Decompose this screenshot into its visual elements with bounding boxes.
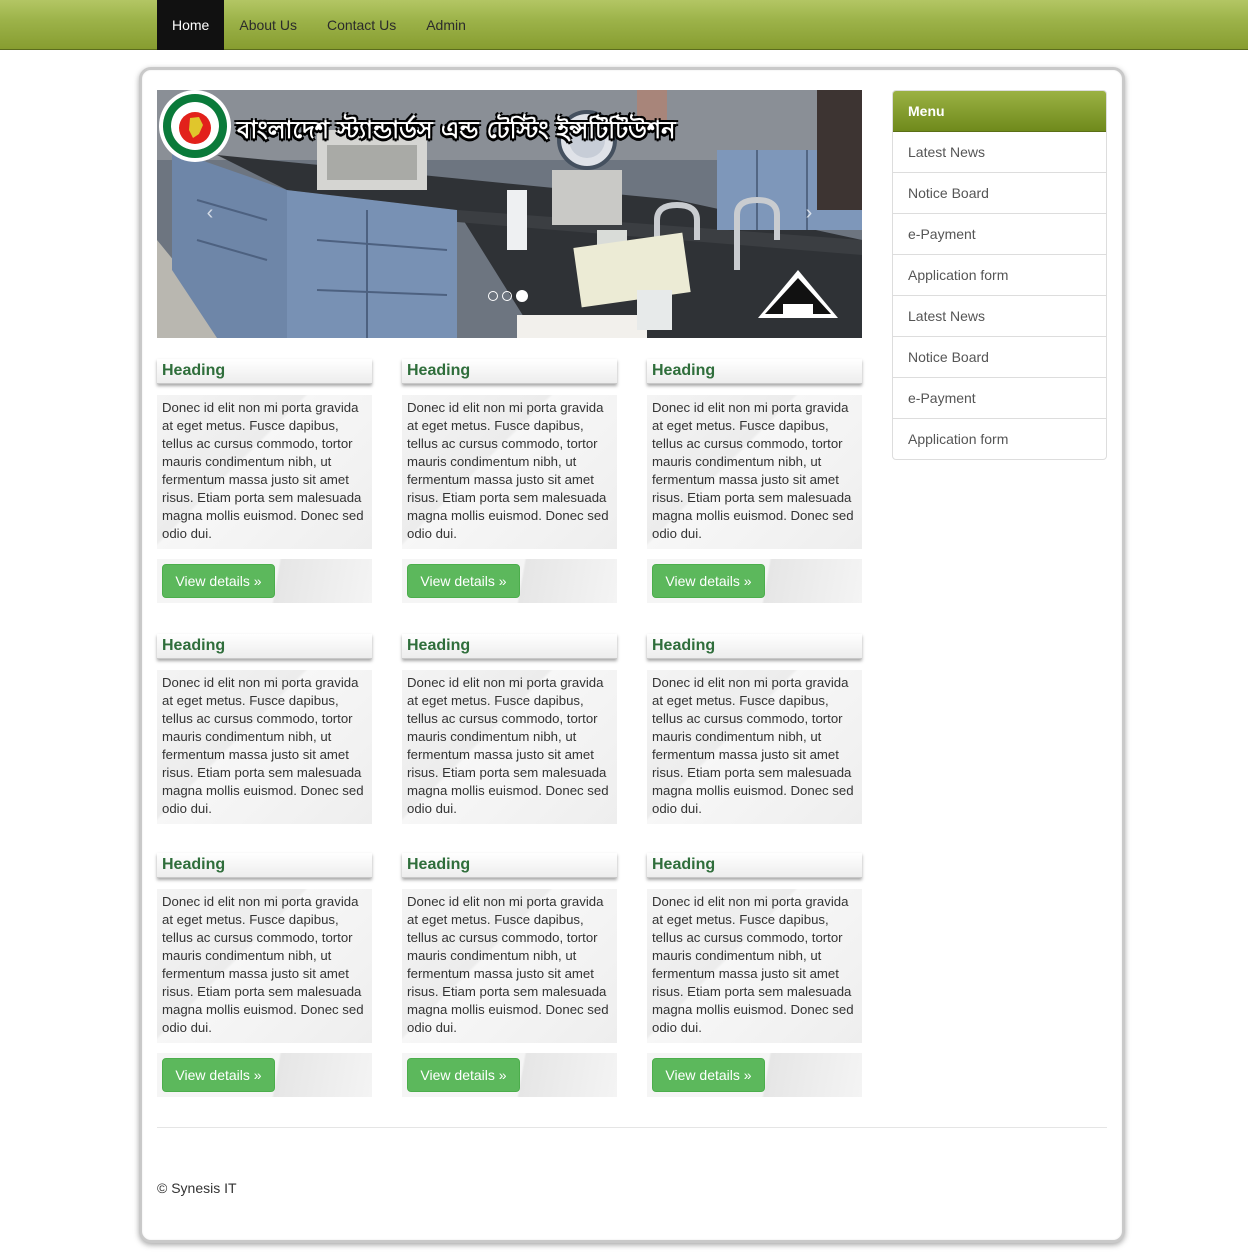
sidebar-item-latest-news[interactable]: Latest News (893, 296, 1106, 337)
sidebar-menu: Menu Latest News Notice Board e-Payment … (892, 90, 1107, 460)
card-heading: Heading (647, 359, 862, 384)
view-details-button[interactable]: View details » (407, 1058, 520, 1092)
card-heading: Heading (157, 359, 372, 384)
card-heading: Heading (402, 853, 617, 878)
card-footer: View details » (647, 1053, 862, 1097)
view-details-button[interactable]: View details » (652, 1058, 765, 1092)
card-footer: View details » (402, 559, 617, 603)
sidebar-item-e-payment[interactable]: e-Payment (893, 214, 1106, 255)
card-heading: Heading (647, 853, 862, 878)
sidebar-item-application-form[interactable]: Application form (893, 255, 1106, 296)
card-text: Donec id elit non mi porta gravida at eg… (402, 670, 617, 824)
card-text: Donec id elit non mi porta gravida at eg… (647, 670, 862, 824)
card-footer: View details » (157, 1053, 372, 1097)
banner-carousel: বাংলাদেশ স্ট্যান্ডার্ডস এন্ড টেস্টিং ইন্… (157, 90, 862, 338)
card-text: Donec id elit non mi porta gravida at eg… (647, 395, 862, 549)
carousel-next-icon[interactable]: › (799, 202, 819, 225)
card-text: Donec id elit non mi porta gravida at eg… (157, 889, 372, 1043)
sidebar-item-notice-board[interactable]: Notice Board (893, 337, 1106, 378)
view-details-button[interactable]: View details » (652, 564, 765, 598)
card-footer: View details » (402, 1053, 617, 1097)
main-nav: Home About Us Contact Us Admin (157, 0, 481, 50)
view-details-button[interactable]: View details » (407, 564, 520, 598)
carousel-indicator-1[interactable] (488, 291, 498, 301)
footer-copyright: © Synesis IT (157, 1180, 237, 1196)
card-text: Donec id elit non mi porta gravida at eg… (157, 395, 372, 549)
carousel-prev-icon[interactable]: ‹ (200, 202, 220, 225)
card-heading: Heading (402, 634, 617, 659)
carousel-indicator-2[interactable] (502, 291, 512, 301)
top-navbar: Home About Us Contact Us Admin (0, 0, 1248, 50)
banner-title: বাংলাদেশ স্ট্যান্ডার্ডস এন্ড টেস্টিং ইন্… (237, 116, 676, 144)
footer-divider (157, 1127, 1107, 1128)
carousel-indicators (488, 290, 528, 302)
card-text: Donec id elit non mi porta gravida at eg… (157, 670, 372, 824)
sidebar-title: Menu (893, 91, 1106, 132)
card-text: Donec id elit non mi porta gravida at eg… (402, 889, 617, 1043)
card-heading: Heading (647, 634, 862, 659)
sidebar-item-notice-board[interactable]: Notice Board (893, 173, 1106, 214)
card-footer: View details » (647, 559, 862, 603)
view-details-button[interactable]: View details » (162, 564, 275, 598)
nav-home[interactable]: Home (157, 0, 225, 50)
card-text: Donec id elit non mi porta gravida at eg… (647, 889, 862, 1043)
card-heading: Heading (157, 634, 372, 659)
nav-admin[interactable]: Admin (411, 0, 481, 50)
sidebar-item-application-form[interactable]: Application form (893, 419, 1106, 459)
card-text: Donec id elit non mi porta gravida at eg… (402, 395, 617, 549)
card-heading: Heading (402, 359, 617, 384)
carousel-indicator-3[interactable] (516, 290, 528, 302)
sidebar-item-latest-news[interactable]: Latest News (893, 132, 1106, 173)
sidebar-item-e-payment[interactable]: e-Payment (893, 378, 1106, 419)
nav-contact-us[interactable]: Contact Us (312, 0, 411, 50)
card-heading: Heading (157, 853, 372, 878)
nav-about-us[interactable]: About Us (224, 0, 312, 50)
card-footer: View details » (157, 559, 372, 603)
view-details-button[interactable]: View details » (162, 1058, 275, 1092)
